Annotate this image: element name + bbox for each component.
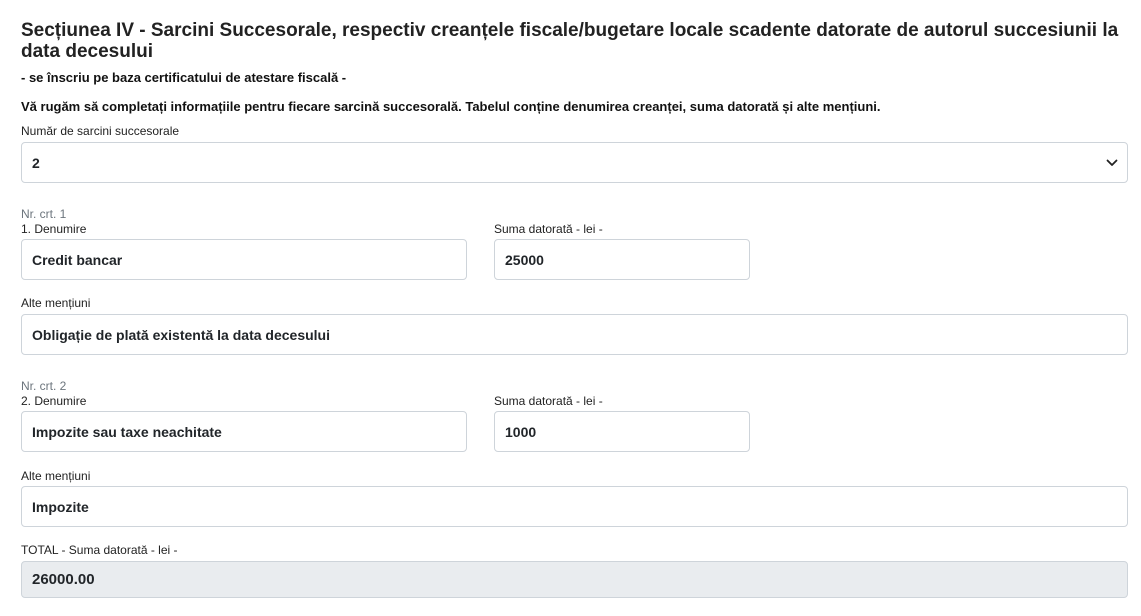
chevron-down-icon: [1106, 159, 1118, 166]
mentiuni-input[interactable]: Obligație de plată existentă la data dec…: [21, 314, 1128, 355]
total-value: 26000.00: [32, 571, 95, 588]
suma-input[interactable]: 25000: [494, 239, 750, 280]
suma-label: Suma datorată - lei -: [494, 394, 603, 408]
total-field: 26000.00: [21, 561, 1128, 598]
suma-input-value: 25000: [505, 251, 544, 268]
denumire-input[interactable]: Credit bancar: [21, 239, 467, 280]
mentiuni-label: Alte mențiuni: [21, 469, 91, 483]
suma-label: Suma datorată - lei -: [494, 222, 603, 236]
section-title: Secțiunea IV - Sarcini Succesorale, resp…: [21, 20, 1119, 62]
count-select[interactable]: 2: [21, 142, 1128, 183]
item-number-label: Nr. crt. 1: [21, 207, 67, 221]
denumire-label: 1. Denumire: [21, 222, 87, 236]
suma-input-value: 1000: [505, 423, 537, 440]
denumire-label: 2. Denumire: [21, 394, 87, 408]
section-instructions: Vă rugăm să completați informațiile pent…: [21, 99, 881, 114]
mentiuni-label: Alte mențiuni: [21, 296, 91, 310]
count-select-label: Număr de sarcini succesorale: [21, 124, 180, 138]
mentiuni-input[interactable]: Impozite: [21, 486, 1128, 527]
item-number-label: Nr. crt. 2: [21, 379, 67, 393]
mentiuni-input-value: Obligație de plată existentă la data dec…: [32, 326, 330, 343]
suma-input[interactable]: 1000: [494, 411, 750, 452]
count-select-value: 2: [32, 154, 40, 171]
total-label: TOTAL - Suma datorată - lei -: [21, 543, 178, 557]
denumire-input[interactable]: Impozite sau taxe neachitate: [21, 411, 467, 452]
denumire-input-value: Credit bancar: [32, 251, 123, 268]
section-subtitle: - se înscriu pe baza certificatului de a…: [21, 70, 347, 85]
mentiuni-input-value: Impozite: [32, 498, 89, 515]
denumire-input-value: Impozite sau taxe neachitate: [32, 423, 222, 440]
